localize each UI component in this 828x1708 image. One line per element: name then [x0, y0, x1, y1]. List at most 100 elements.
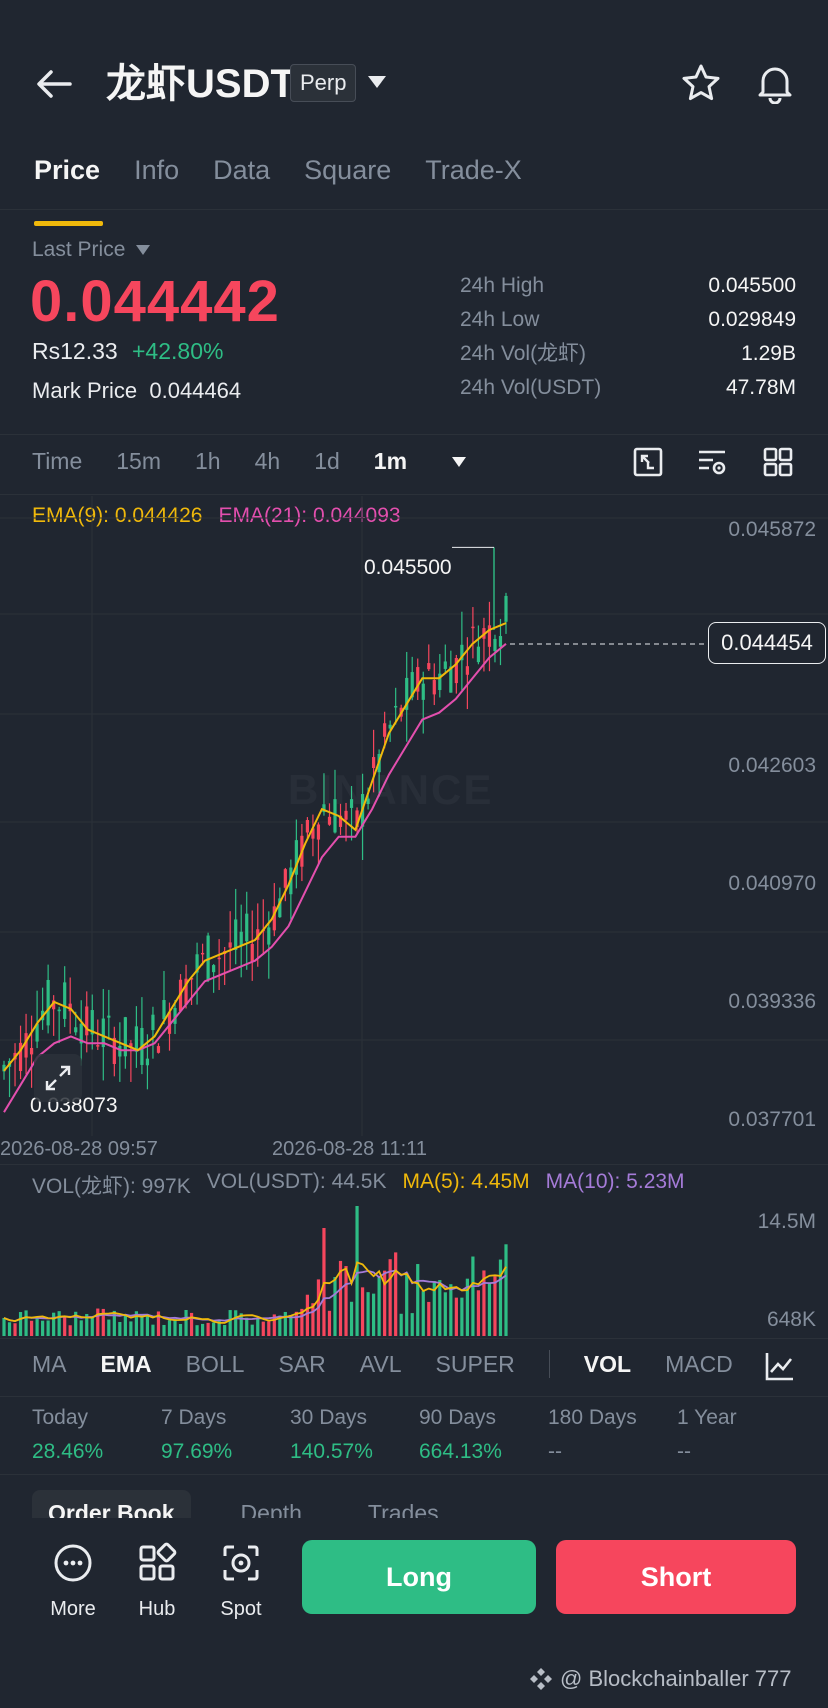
volume-bar: [90, 1316, 94, 1336]
divider: [0, 209, 828, 210]
candle-body: [421, 683, 425, 700]
indicator-avl[interactable]: AVL: [360, 1351, 402, 1378]
last-price-selector[interactable]: Last Price: [32, 238, 151, 262]
expand-button[interactable]: [34, 1054, 82, 1102]
candle-body: [200, 952, 205, 955]
volume-bar: [35, 1318, 39, 1336]
volume-bar: [223, 1325, 227, 1336]
candle-body: [239, 931, 243, 946]
volume-bar: [24, 1310, 28, 1336]
indicator-super[interactable]: SUPER: [436, 1351, 515, 1378]
hub-icon: [139, 1542, 177, 1581]
volume-bar: [294, 1311, 298, 1336]
candle-body: [504, 595, 508, 622]
interval-time[interactable]: Time: [32, 448, 82, 475]
interval-active[interactable]: 1m: [374, 448, 467, 475]
mark-price-value: 0.044464: [149, 378, 242, 403]
interval-1h[interactable]: 1h: [195, 448, 221, 475]
volume-bar: [162, 1324, 166, 1336]
volume-bar: [476, 1290, 481, 1336]
crop-icon: [633, 447, 663, 477]
candle-body: [427, 663, 431, 670]
interval-15m[interactable]: 15m: [116, 448, 161, 475]
nav-spot[interactable]: Spot: [206, 1542, 276, 1621]
tab-data[interactable]: Data: [213, 150, 270, 210]
volume-bar: [344, 1266, 348, 1336]
candle-body: [432, 680, 436, 695]
chart-fullscreen-button[interactable]: [632, 446, 666, 480]
candle-body: [327, 816, 332, 825]
volume-bar: [366, 1292, 370, 1336]
candle-body: [151, 1014, 155, 1031]
price-chart[interactable]: [0, 496, 828, 1136]
short-button[interactable]: Short: [556, 1540, 796, 1614]
credit-label: @ Blockchainballer 777: [560, 1666, 792, 1691]
perf-180d: 180 Days --: [548, 1406, 637, 1463]
volume-bar: [57, 1311, 61, 1336]
volume-bar: [498, 1259, 503, 1336]
volume-bar: [377, 1277, 381, 1336]
line-chart-icon: [765, 1353, 793, 1381]
interval-4h[interactable]: 4h: [255, 448, 281, 475]
indicator-boll[interactable]: BOLL: [186, 1351, 245, 1378]
nav-hub[interactable]: Hub: [122, 1542, 192, 1621]
indicator-vol[interactable]: VOL: [584, 1351, 631, 1378]
tab-info[interactable]: Info: [134, 150, 179, 210]
candle-body: [250, 944, 254, 962]
nav-more[interactable]: More: [38, 1542, 108, 1621]
y-tick: 0.039336: [728, 990, 816, 1013]
long-button[interactable]: Long: [302, 1540, 536, 1614]
volume-bar: [96, 1308, 100, 1336]
volume-bar: [454, 1297, 458, 1336]
mark-price-label: Mark Price: [32, 378, 138, 403]
y-tick: 0.042603: [728, 754, 816, 777]
volume-bar: [427, 1301, 431, 1336]
mark-price: Mark Price 0.044464: [32, 378, 241, 404]
indicator-ma[interactable]: MA: [32, 1351, 67, 1378]
tab-price[interactable]: Price: [34, 150, 104, 226]
volume-bar: [46, 1320, 50, 1336]
volume-bar: [416, 1264, 420, 1336]
favorite-button[interactable]: [680, 62, 722, 104]
tab-trade-x[interactable]: Trade-X: [425, 150, 522, 210]
back-button[interactable]: [30, 60, 78, 108]
candle-body: [57, 1009, 61, 1012]
interval-bar: Time 15m 1h 4h 1d 1m: [32, 448, 501, 475]
volume-bar: [68, 1325, 72, 1336]
volume-bar: [167, 1320, 172, 1336]
volume-bar: [410, 1313, 414, 1336]
volume-bar: [145, 1316, 150, 1336]
spot-icon: [223, 1545, 259, 1581]
more-icon: [54, 1544, 92, 1582]
chart-settings-button[interactable]: [696, 446, 730, 480]
indicator-sar[interactable]: SAR: [278, 1351, 325, 1378]
indicator-macd[interactable]: MACD: [665, 1351, 733, 1378]
tab-square[interactable]: Square: [304, 150, 391, 210]
page-title: 龙虾USDT: [106, 62, 295, 106]
candle-body: [24, 1033, 28, 1058]
indicator-ema[interactable]: EMA: [101, 1351, 152, 1378]
binance-watermark: BINANCE: [288, 766, 493, 814]
candle-body: [107, 1015, 111, 1018]
alert-button[interactable]: [754, 62, 796, 105]
credit-text: @ Blockchainballer 777: [528, 1666, 791, 1692]
volume-bar: [250, 1324, 254, 1336]
stat-24h-high: 24h High 0.045500: [460, 274, 796, 297]
symbol-dropdown[interactable]: [366, 74, 388, 92]
volume-bar: [449, 1284, 453, 1336]
stats-panel: 24h High 0.045500 24h Low 0.029849 24h Vol…: [460, 272, 796, 408]
local-price: Rs12.33: [32, 338, 118, 364]
volume-bar: [195, 1325, 199, 1336]
vol-axis-top: 14.5M: [757, 1210, 816, 1233]
perp-badge: Perp: [290, 64, 357, 102]
volume-bar: [206, 1322, 210, 1336]
candle-body: [283, 869, 287, 888]
volume-bar: [245, 1317, 249, 1336]
binance-logo-icon: [530, 1668, 552, 1690]
interval-1d[interactable]: 1d: [314, 448, 340, 475]
candle-body: [316, 824, 321, 840]
volume-bar: [394, 1252, 398, 1336]
indicator-settings-button[interactable]: [764, 1350, 798, 1384]
layout-grid-button[interactable]: [762, 446, 796, 480]
volume-bar: [471, 1256, 475, 1336]
